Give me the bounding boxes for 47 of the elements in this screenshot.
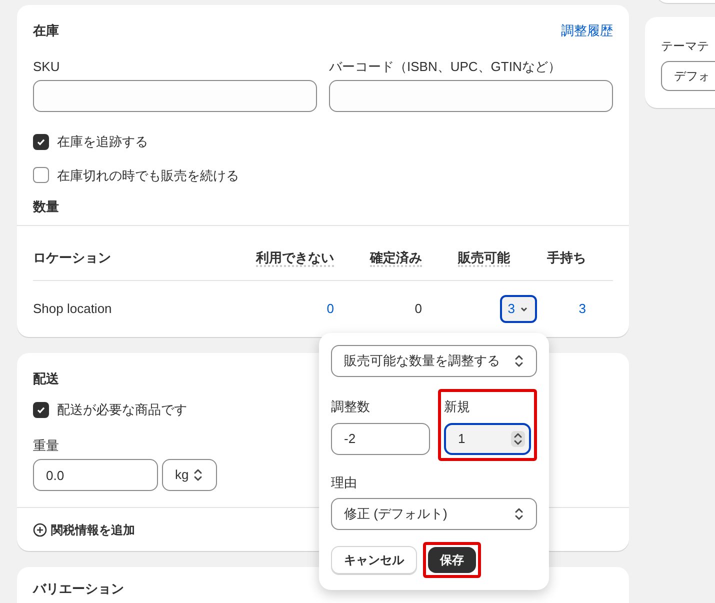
history-link[interactable]: 調整履歴 [561,21,613,40]
checkbox-label: 配送が必要な商品です [57,401,187,419]
column-header: 販売可能 [458,250,510,266]
checkbox-label: 在庫を追跡する [57,133,148,151]
field-label: SKU [33,58,61,76]
column-header: ロケーション [33,250,111,264]
reason-select[interactable]: 修正 (デフォルト) [331,498,537,530]
unit-select[interactable]: kg [162,459,217,491]
field-label: 調整数 [331,398,371,416]
checkbox[interactable] [33,402,49,418]
card-title: バリエーション [33,580,125,598]
updown-icon [514,354,524,368]
check-icon [36,136,46,147]
quantity-value: 0 [414,300,422,316]
field-label: 新規 [444,398,471,416]
checkbox[interactable] [33,167,49,184]
stepper-icon [513,432,523,446]
weight-field[interactable]: 0.0 [33,459,158,491]
card-title: 在庫 [33,22,59,40]
checkbox[interactable] [33,134,49,150]
location-name: Shop location [33,300,112,316]
quantity-link[interactable]: 3 [578,300,586,316]
add-customs-link[interactable]: 関税情報を追加 [33,520,135,538]
card-title: 配送 [33,370,60,388]
column-header: 利用できない [256,250,334,266]
quantity-dropdown[interactable]: 3 [500,294,537,322]
updown-icon [192,468,203,482]
sku-field[interactable] [33,80,317,112]
adjust-field[interactable]: -2 [331,422,430,454]
updown-icon [514,507,524,521]
checkbox-label: 在庫切れの時でも販売を続ける [57,166,239,184]
plus-circle-icon [33,522,47,536]
cancel-button[interactable]: キャンセル [331,546,417,574]
barcode-field[interactable] [329,80,613,112]
field-label: テーマテ [661,38,710,55]
quantity-link[interactable]: 0 [326,300,334,316]
new-quantity-field[interactable]: 1 [444,422,531,454]
adjust-type-select[interactable]: 販売可能な数量を調整する [331,345,537,377]
template-select[interactable]: デフォ [661,61,715,91]
field-label: 重量 [33,436,59,454]
check-icon [36,404,46,415]
section-title: 数量 [33,198,60,216]
field-label: 理由 [331,474,358,492]
column-header: 手持ち [547,250,586,264]
field-label: バーコード（ISBN、UPC、GTINなど） [329,58,562,76]
save-button[interactable]: 保存 [428,547,476,573]
column-header: 確定済み [370,250,422,266]
